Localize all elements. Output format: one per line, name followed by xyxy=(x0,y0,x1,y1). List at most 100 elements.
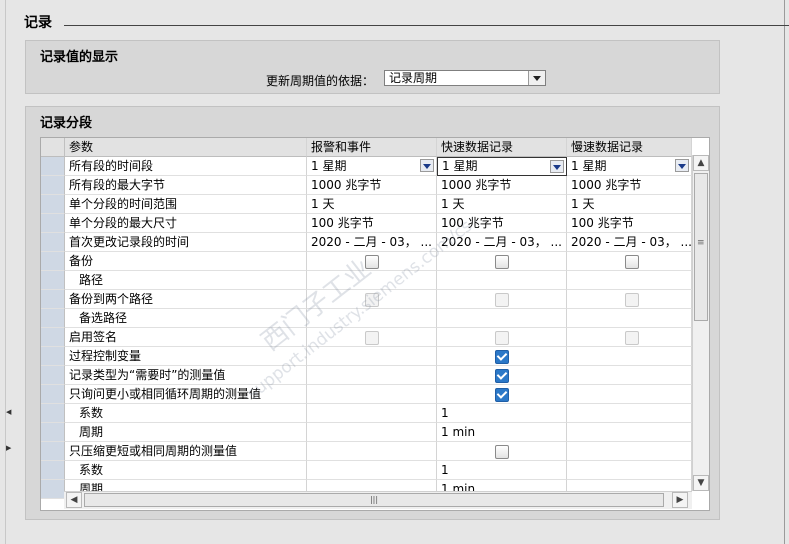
column-header-alarms[interactable]: 报警和事件 xyxy=(307,138,437,157)
row-header[interactable] xyxy=(41,157,65,176)
checkbox-checked[interactable] xyxy=(495,388,509,402)
dropdown-button[interactable] xyxy=(675,159,689,172)
row-header[interactable] xyxy=(41,480,65,499)
value-cell[interactable]: 1 天 xyxy=(437,195,567,214)
value-cell[interactable] xyxy=(437,290,567,309)
row-header[interactable] xyxy=(41,252,65,271)
value-cell[interactable]: 1000 兆字节 xyxy=(307,176,437,195)
row-header[interactable] xyxy=(41,271,65,290)
row-header[interactable] xyxy=(41,233,65,252)
param-label: 所有段的最大字节 xyxy=(65,176,307,195)
row-header[interactable] xyxy=(41,290,65,309)
value-cell[interactable] xyxy=(437,385,567,404)
table-row: 路径 xyxy=(41,271,692,290)
dropdown-button[interactable] xyxy=(528,71,545,85)
value-cell[interactable]: 1 星期 xyxy=(307,157,437,176)
checkbox[interactable] xyxy=(365,255,379,269)
value-cell[interactable]: 1 天 xyxy=(307,195,437,214)
table-row: 启用签名 xyxy=(41,328,692,347)
row-header[interactable] xyxy=(41,328,65,347)
value-cell[interactable] xyxy=(307,252,437,271)
value-cell[interactable]: 1000 兆字节 xyxy=(437,176,567,195)
vertical-scrollbar[interactable]: ▲ ≡ ▼ xyxy=(692,155,709,491)
value-cell[interactable] xyxy=(307,328,437,347)
column-header-slow-log[interactable]: 慢速数据记录 xyxy=(567,138,692,157)
column-header-fast-log[interactable]: 快速数据记录 xyxy=(437,138,567,157)
value-cell[interactable]: 1 星期 xyxy=(567,157,692,176)
value-cell xyxy=(567,423,692,442)
value-cell xyxy=(307,309,437,328)
value-cell[interactable]: 2020 - 二月 - 03， ... xyxy=(307,233,437,252)
scroll-down-button[interactable]: ▼ xyxy=(693,475,709,491)
row-header[interactable] xyxy=(41,423,65,442)
param-label: 路径 xyxy=(65,271,307,290)
value-cell[interactable]: 1 天 xyxy=(567,195,692,214)
value-cell[interactable]: 1 星期 xyxy=(437,157,567,176)
value-cell[interactable] xyxy=(307,290,437,309)
checkbox[interactable] xyxy=(625,255,639,269)
value-cell[interactable] xyxy=(567,290,692,309)
collapse-left-icon[interactable]: ◀ xyxy=(6,408,11,416)
value-cell[interactable] xyxy=(437,252,567,271)
row-header[interactable] xyxy=(41,214,65,233)
left-splitter[interactable] xyxy=(5,0,6,544)
value-cell[interactable] xyxy=(437,366,567,385)
param-label: 系数 xyxy=(65,461,307,480)
row-header[interactable] xyxy=(41,404,65,423)
param-label: 只询问更小或相同循环周期的测量值 xyxy=(65,385,307,404)
value-cell[interactable] xyxy=(567,252,692,271)
scroll-left-button[interactable]: ◀ xyxy=(66,492,82,508)
table-row: 备份 xyxy=(41,252,692,271)
cell-value: 1 min xyxy=(441,425,476,439)
cell-value: 100 兆字节 xyxy=(571,216,634,230)
checkbox-checked[interactable] xyxy=(495,350,509,364)
value-cell xyxy=(567,442,692,461)
update-basis-select[interactable]: 记录周期 xyxy=(384,70,546,86)
value-cell[interactable]: 2020 - 二月 - 03， ... xyxy=(437,233,567,252)
vertical-scroll-thumb[interactable]: ≡ xyxy=(694,173,708,321)
value-cell[interactable]: 1 min xyxy=(437,423,567,442)
dropdown-button[interactable] xyxy=(420,159,434,172)
value-cell xyxy=(307,366,437,385)
horizontal-scroll-thumb[interactable]: ||| xyxy=(84,493,664,507)
update-basis-label: 更新周期值的依据： xyxy=(266,74,375,88)
cell-value: 1000 兆字节 xyxy=(571,178,642,192)
row-header[interactable] xyxy=(41,309,65,328)
column-header-param[interactable]: 参数 xyxy=(65,138,307,157)
horizontal-scrollbar[interactable]: ◀ ||| ▶ xyxy=(64,491,692,509)
row-header[interactable] xyxy=(41,366,65,385)
checkbox xyxy=(495,331,509,345)
value-cell[interactable] xyxy=(437,328,567,347)
param-label: 系数 xyxy=(65,404,307,423)
value-cell[interactable]: 1 xyxy=(437,461,567,480)
row-header[interactable] xyxy=(41,442,65,461)
checkbox[interactable] xyxy=(495,255,509,269)
row-header[interactable] xyxy=(41,176,65,195)
value-cell[interactable]: 100 兆字节 xyxy=(567,214,692,233)
row-header[interactable] xyxy=(41,385,65,404)
checkbox xyxy=(625,331,639,345)
param-label: 所有段的时间段 xyxy=(65,157,307,176)
dropdown-button[interactable] xyxy=(550,160,564,173)
value-cell[interactable]: 1 xyxy=(437,404,567,423)
row-header[interactable] xyxy=(41,461,65,480)
value-cell[interactable]: 1000 兆字节 xyxy=(567,176,692,195)
value-cell xyxy=(307,442,437,461)
table-row: 只压缩更短或相同周期的测量值 xyxy=(41,442,692,461)
expand-right-icon[interactable]: ▶ xyxy=(6,444,11,452)
row-header[interactable] xyxy=(41,195,65,214)
value-cell[interactable]: 100 兆字节 xyxy=(307,214,437,233)
checkbox[interactable] xyxy=(495,445,509,459)
table-row: 单个分段的时间范围 1 天 1 天 1 天 xyxy=(41,195,692,214)
value-cell[interactable]: 100 兆字节 xyxy=(437,214,567,233)
value-cell[interactable]: 2020 - 二月 - 03， ... xyxy=(567,233,692,252)
scroll-right-button[interactable]: ▶ xyxy=(672,492,688,508)
value-cell[interactable] xyxy=(437,442,567,461)
value-cell xyxy=(567,366,692,385)
value-cell[interactable] xyxy=(567,328,692,347)
checkbox-checked[interactable] xyxy=(495,369,509,383)
value-cell[interactable] xyxy=(437,347,567,366)
cell-value: 1000 兆字节 xyxy=(311,178,382,192)
scroll-up-button[interactable]: ▲ xyxy=(693,155,709,171)
row-header[interactable] xyxy=(41,347,65,366)
